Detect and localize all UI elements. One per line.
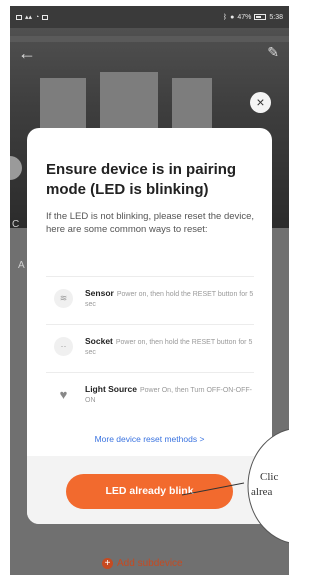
callout-annotation <box>181 428 289 544</box>
callout-line-2: alrea <box>251 486 273 498</box>
callout-line-1: Clic <box>260 471 279 483</box>
callout-pointer-line <box>181 482 245 496</box>
